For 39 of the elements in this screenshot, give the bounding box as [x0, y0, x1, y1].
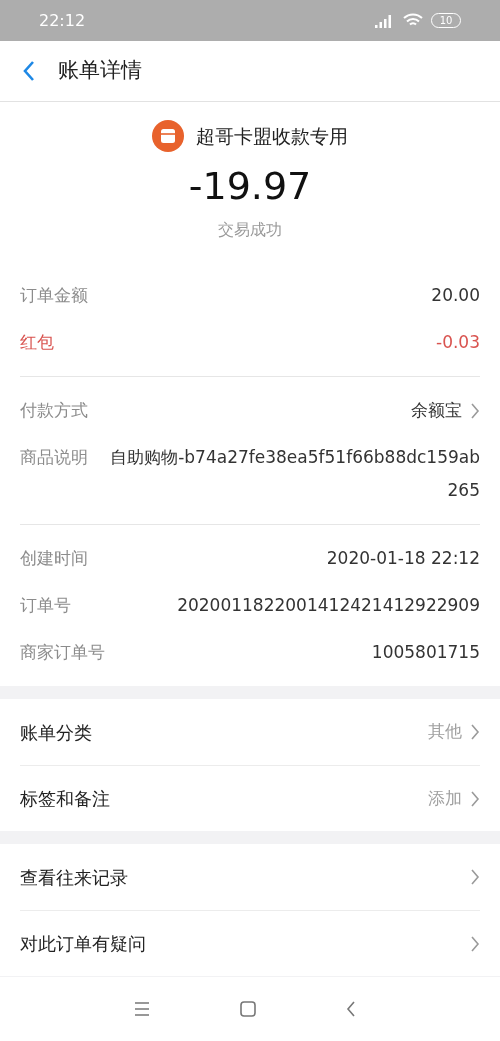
merchant-name: 超哥卡盟收款专用	[196, 123, 348, 149]
detail-label: 订单金额	[20, 284, 88, 307]
detail-value: 1005801715	[371, 641, 480, 664]
detail-value: 2020011822001412421412922909	[177, 594, 480, 617]
detail-label: 红包	[20, 331, 54, 354]
home-icon[interactable]	[240, 1001, 256, 1017]
chevron-right-icon	[470, 401, 480, 420]
detail-value: 自助购物-b74a27fe38ea5f51f66b88dc159ab265	[109, 446, 480, 502]
page-title: 账单详情	[58, 57, 142, 85]
menu-item[interactable]: 标签和备注 添加	[20, 765, 480, 831]
wifi-icon	[403, 13, 423, 28]
menu-icon[interactable]	[134, 1002, 150, 1016]
menu-item[interactable]: 查看往来记录	[20, 844, 480, 910]
back-icon[interactable]	[346, 1001, 356, 1017]
chevron-right-icon	[470, 868, 480, 886]
detail-value: 20.00	[431, 284, 480, 307]
menu-item[interactable]: 账单分类 其他	[20, 699, 480, 765]
menu-label: 对此订单有疑问	[20, 932, 146, 956]
chevron-right-icon	[470, 789, 480, 808]
detail-label: 付款方式	[20, 399, 88, 422]
chevron-right-icon	[470, 723, 480, 741]
amount: -19.97	[188, 163, 312, 210]
detail-label: 订单号	[20, 594, 71, 617]
detail-value: 2020-01-18 22:12	[326, 547, 480, 570]
menu-item[interactable]: 对此订单有疑问	[20, 910, 480, 976]
detail-label: 商家订单号	[20, 641, 105, 664]
detail-value[interactable]: 余额宝	[411, 394, 462, 427]
detail-value: -0.03	[436, 331, 480, 354]
status-time: 22:12	[39, 9, 86, 32]
menu-label: 标签和备注	[20, 787, 110, 811]
shop-icon	[152, 120, 184, 152]
menu-value: 添加	[428, 786, 462, 810]
transaction-status: 交易成功	[218, 219, 282, 241]
chevron-right-icon	[470, 934, 480, 953]
menu-value: 其他	[428, 720, 462, 744]
menu-label: 查看往来记录	[20, 865, 128, 890]
detail-label: 商品说明	[20, 446, 88, 469]
menu-label: 账单分类	[20, 720, 92, 745]
detail-label: 创建时间	[20, 547, 88, 570]
